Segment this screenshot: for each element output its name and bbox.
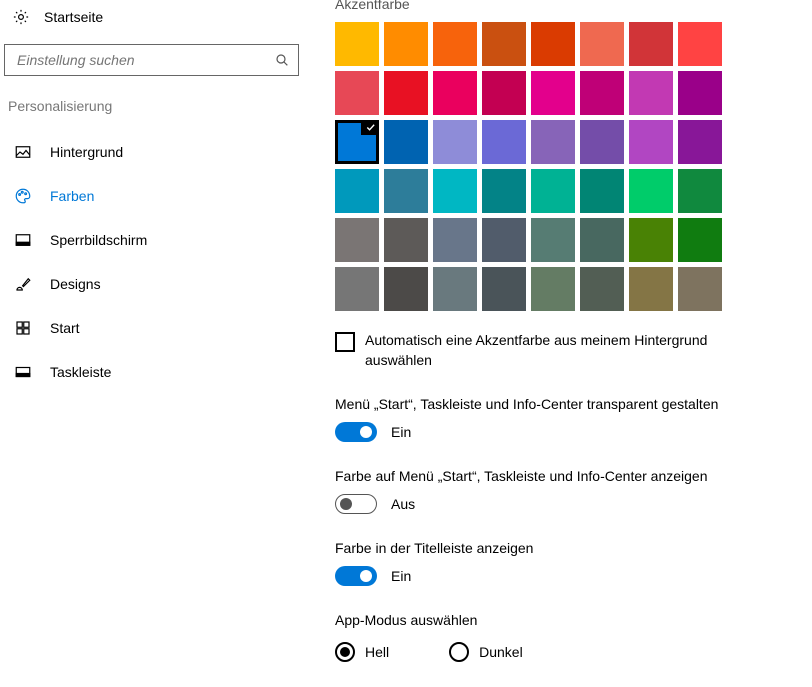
color-swatch[interactable] — [384, 71, 428, 115]
sidebar-item-label: Sperrbildschirm — [50, 232, 147, 248]
titlebar-toggle[interactable] — [335, 566, 377, 586]
app-mode-light-label: Hell — [365, 644, 389, 660]
color-swatch[interactable] — [580, 71, 624, 115]
color-swatch[interactable] — [678, 218, 722, 262]
sidebar-item-label: Farben — [50, 188, 94, 204]
color-swatch[interactable] — [629, 22, 673, 66]
color-swatch[interactable] — [580, 22, 624, 66]
taskbar-icon — [14, 363, 32, 381]
auto-accent-row: Automatisch eine Akzentfarbe aus meinem … — [335, 331, 800, 370]
color-swatch[interactable] — [335, 267, 379, 311]
color-swatch[interactable] — [678, 120, 722, 164]
search-input[interactable] — [15, 51, 274, 69]
gear-icon — [12, 8, 30, 26]
sidebar-item-label: Hintergrund — [50, 144, 123, 160]
color-swatch[interactable] — [335, 22, 379, 66]
sidebar-item-farben[interactable]: Farben — [4, 174, 303, 218]
color-swatch[interactable] — [678, 22, 722, 66]
color-swatch[interactable] — [433, 218, 477, 262]
color-swatch[interactable] — [580, 218, 624, 262]
settings-sidebar: Startseite Personalisierung Hintergrund — [0, 0, 303, 687]
accent-color-heading: Akzentfarbe — [335, 0, 800, 12]
lockscreen-icon — [14, 231, 32, 249]
color-swatch[interactable] — [384, 22, 428, 66]
auto-accent-checkbox[interactable] — [335, 332, 355, 352]
color-swatch[interactable] — [580, 267, 624, 311]
show-color-toggle[interactable] — [335, 494, 377, 514]
start-icon — [14, 319, 32, 337]
color-swatch[interactable] — [629, 218, 673, 262]
color-swatch[interactable] — [335, 120, 379, 164]
search-input-wrap — [4, 44, 299, 76]
color-swatch[interactable] — [482, 71, 526, 115]
color-swatch[interactable] — [384, 120, 428, 164]
color-swatch[interactable] — [629, 120, 673, 164]
color-swatch[interactable] — [629, 267, 673, 311]
color-swatch[interactable] — [531, 71, 575, 115]
sidebar-item-taskleiste[interactable]: Taskleiste — [4, 350, 303, 394]
color-swatch[interactable] — [531, 120, 575, 164]
check-icon — [361, 120, 379, 135]
color-swatch[interactable] — [433, 169, 477, 213]
accent-color-palette — [335, 22, 800, 311]
sidebar-item-start[interactable]: Start — [4, 306, 303, 350]
auto-accent-label: Automatisch eine Akzentfarbe aus meinem … — [365, 331, 765, 370]
app-mode-dark-radio[interactable] — [449, 642, 469, 662]
color-swatch[interactable] — [678, 169, 722, 213]
color-swatch[interactable] — [433, 22, 477, 66]
sidebar-item-label: Designs — [50, 276, 101, 292]
color-swatch[interactable] — [678, 267, 722, 311]
sidebar-item-designs[interactable]: Designs — [4, 262, 303, 306]
show-color-state: Aus — [391, 496, 415, 512]
color-swatch[interactable] — [531, 22, 575, 66]
sidebar-item-label: Taskleiste — [50, 364, 111, 380]
color-swatch[interactable] — [335, 169, 379, 213]
transparency-label: Menü „Start“, Taskleiste und Info-Center… — [335, 396, 800, 412]
color-swatch[interactable] — [531, 169, 575, 213]
color-swatch[interactable] — [482, 218, 526, 262]
sidebar-item-hintergrund[interactable]: Hintergrund — [4, 130, 303, 174]
color-swatch[interactable] — [384, 218, 428, 262]
color-swatch[interactable] — [482, 169, 526, 213]
titlebar-state: Ein — [391, 568, 411, 584]
color-swatch[interactable] — [580, 120, 624, 164]
sidebar-item-label: Start — [50, 320, 80, 336]
app-mode-label: App-Modus auswählen — [335, 612, 800, 628]
transparency-state: Ein — [391, 424, 411, 440]
transparency-toggle[interactable] — [335, 422, 377, 442]
color-swatch[interactable] — [433, 267, 477, 311]
app-mode-light-radio[interactable] — [335, 642, 355, 662]
show-color-label: Farbe auf Menü „Start“, Taskleiste und I… — [335, 468, 800, 484]
color-swatch[interactable] — [482, 120, 526, 164]
brush-icon — [14, 275, 32, 293]
color-swatch[interactable] — [580, 169, 624, 213]
color-swatch[interactable] — [629, 71, 673, 115]
color-swatch[interactable] — [384, 169, 428, 213]
home-link-label: Startseite — [44, 9, 103, 25]
sidebar-item-sperrbildschirm[interactable]: Sperrbildschirm — [4, 218, 303, 262]
picture-icon — [14, 143, 32, 161]
color-swatch[interactable] — [433, 71, 477, 115]
app-mode-dark-label: Dunkel — [479, 644, 523, 660]
search-icon[interactable] — [274, 52, 290, 68]
color-swatch[interactable] — [531, 267, 575, 311]
color-swatch[interactable] — [335, 71, 379, 115]
color-swatch[interactable] — [384, 267, 428, 311]
color-swatch[interactable] — [433, 120, 477, 164]
color-swatch[interactable] — [335, 218, 379, 262]
section-label: Personalisierung — [8, 98, 303, 114]
color-swatch[interactable] — [482, 22, 526, 66]
titlebar-label: Farbe in der Titelleiste anzeigen — [335, 540, 800, 556]
color-swatch[interactable] — [678, 71, 722, 115]
color-swatch[interactable] — [531, 218, 575, 262]
palette-icon — [14, 187, 32, 205]
color-swatch[interactable] — [482, 267, 526, 311]
color-swatch[interactable] — [629, 169, 673, 213]
home-link[interactable]: Startseite — [4, 4, 303, 30]
settings-main: Akzentfarbe Automatisch eine Akzentfarbe… — [303, 0, 812, 687]
